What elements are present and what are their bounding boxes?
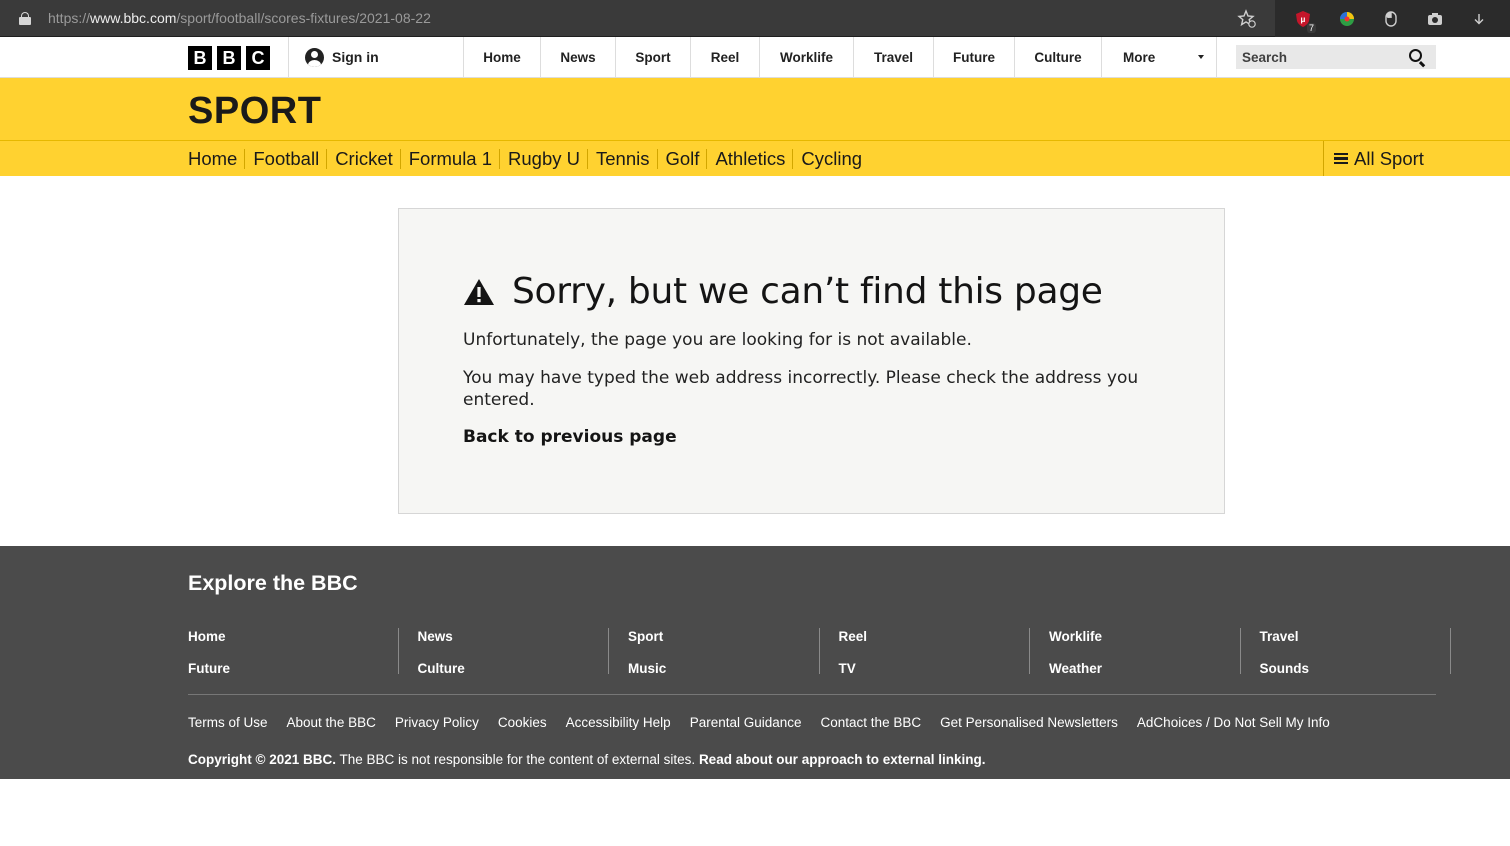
all-sport-button[interactable]: All Sport [1323, 141, 1424, 176]
mouse-icon[interactable] [1380, 8, 1402, 30]
search-placeholder: Search [1242, 49, 1288, 65]
footer-divider [188, 694, 1436, 695]
global-nav-sport[interactable]: Sport [615, 37, 690, 77]
global-nav-news[interactable]: News [540, 37, 615, 77]
warning-icon [463, 278, 495, 306]
extension-colorful-icon[interactable] [1336, 8, 1358, 30]
lock-icon [19, 11, 31, 25]
more-label: More [1123, 49, 1156, 65]
global-nav-reel[interactable]: Reel [690, 37, 759, 77]
footer-legal-link[interactable]: Accessibility Help [566, 715, 671, 730]
footer-link[interactable]: News [418, 621, 609, 653]
sport-nav-athletics[interactable]: Athletics [706, 148, 792, 169]
copyright-text: The BBC is not responsible for the conte… [335, 752, 699, 767]
footer-title: Explore the BBC [188, 571, 358, 595]
logo-letter: C [246, 46, 270, 70]
sport-nav-football[interactable]: Football [244, 148, 326, 169]
bookmark-star-icon[interactable] [1237, 9, 1257, 29]
footer-column: Worklife Weather [1030, 628, 1241, 676]
sport-nav-tennis[interactable]: Tennis [587, 148, 656, 169]
browser-chrome: https://www.bbc.com/sport/football/score… [0, 0, 1510, 37]
error-heading: Sorry, but we can’t find this page [463, 271, 1103, 312]
global-nav-culture[interactable]: Culture [1014, 37, 1101, 77]
footer-column: Travel Sounds [1241, 628, 1451, 676]
user-avatar-icon [305, 47, 324, 67]
sport-nav-home[interactable]: Home [188, 148, 244, 169]
footer-legal-link[interactable]: Cookies [498, 715, 547, 730]
copyright: Copyright © 2021 BBC. The BBC is not res… [188, 752, 985, 767]
footer-link[interactable]: Sounds [1260, 653, 1451, 685]
footer-column: Sport Music [609, 628, 820, 676]
footer-link[interactable]: Music [628, 653, 819, 685]
bbc-masthead: B B C Sign in Home News Sport Reel Workl… [0, 37, 1510, 78]
sign-in-label: Sign in [332, 49, 379, 65]
footer-legal-link[interactable]: Parental Guidance [690, 715, 802, 730]
global-nav: Home News Sport Reel Worklife Travel Fut… [463, 37, 1217, 77]
footer-legal-links: Terms of Use About the BBC Privacy Polic… [188, 715, 1330, 730]
extension-badge: 7 [1306, 23, 1316, 33]
footer-legal-link[interactable]: AdChoices / Do Not Sell My Info [1137, 715, 1330, 730]
footer-legal-link[interactable]: Contact the BBC [821, 715, 922, 730]
menu-icon [1334, 152, 1348, 165]
sport-nav: Home Football Cricket Formula 1 Rugby U … [0, 141, 1510, 176]
footer-link[interactable]: Future [188, 653, 398, 685]
footer-column: Reel TV [820, 628, 1030, 676]
sport-nav-rugby-u[interactable]: Rugby U [499, 148, 587, 169]
bbc-logo[interactable]: B B C [188, 46, 270, 70]
sign-in-button[interactable]: Sign in [288, 37, 464, 77]
footer-link[interactable]: Travel [1260, 621, 1451, 653]
footer-link[interactable]: Home [188, 621, 398, 653]
copyright-bold: Copyright © 2021 BBC. [188, 752, 336, 767]
sport-nav-cricket[interactable]: Cricket [326, 148, 400, 169]
global-nav-future[interactable]: Future [933, 37, 1014, 77]
footer-link[interactable]: Worklife [1049, 621, 1240, 653]
error-title: Sorry, but we can’t find this page [512, 271, 1103, 312]
error-message-1: Unfortunately, the page you are looking … [463, 330, 972, 350]
footer-link[interactable]: TV [839, 653, 1030, 685]
extension-ublock-icon[interactable]: μ 7 [1292, 8, 1316, 33]
footer-link[interactable]: Culture [418, 653, 609, 685]
footer-column: News Culture [399, 628, 609, 676]
address-bar[interactable]: https://www.bbc.com/sport/football/score… [0, 0, 1275, 37]
footer: Explore the BBC Home Future News Culture… [0, 546, 1510, 779]
global-nav-more[interactable]: More [1101, 37, 1217, 77]
url-text[interactable]: https://www.bbc.com/sport/football/score… [48, 10, 431, 26]
download-arrow-icon[interactable] [1468, 8, 1490, 30]
svg-text:μ: μ [1301, 15, 1306, 24]
footer-nav-grid: Home Future News Culture Sport Music Ree… [188, 628, 1451, 676]
global-nav-travel[interactable]: Travel [853, 37, 933, 77]
error-panel: Sorry, but we can’t find this page Unfor… [398, 208, 1225, 514]
footer-column: Home Future [188, 628, 399, 676]
global-nav-home[interactable]: Home [463, 37, 540, 77]
all-sport-label: All Sport [1354, 147, 1424, 169]
sport-header: SPORT [0, 78, 1510, 141]
external-linking-link[interactable]: Read about our approach to external link… [699, 752, 986, 767]
footer-link[interactable]: Sport [628, 621, 819, 653]
global-nav-worklife[interactable]: Worklife [759, 37, 853, 77]
footer-link[interactable]: Weather [1049, 653, 1240, 685]
footer-link[interactable]: Reel [839, 621, 1030, 653]
search-box[interactable]: Search [1236, 45, 1436, 69]
sport-nav-golf[interactable]: Golf [656, 148, 707, 169]
footer-legal-link[interactable]: Terms of Use [188, 715, 268, 730]
sport-title[interactable]: SPORT [188, 90, 321, 133]
caret-down-icon [1198, 55, 1204, 59]
sport-nav-formula-1[interactable]: Formula 1 [399, 148, 499, 169]
footer-legal-link[interactable]: About the BBC [287, 715, 376, 730]
search-icon[interactable] [1409, 49, 1422, 62]
camera-icon[interactable] [1424, 8, 1446, 30]
footer-legal-link[interactable]: Privacy Policy [395, 715, 479, 730]
footer-legal-link[interactable]: Get Personalised Newsletters [940, 715, 1118, 730]
logo-letter: B [188, 46, 212, 70]
logo-letter: B [217, 46, 241, 70]
error-message-2: You may have typed the web address incor… [463, 368, 1139, 410]
back-to-previous-page-link[interactable]: Back to previous page [463, 427, 677, 447]
sport-nav-cycling[interactable]: Cycling [792, 148, 869, 169]
